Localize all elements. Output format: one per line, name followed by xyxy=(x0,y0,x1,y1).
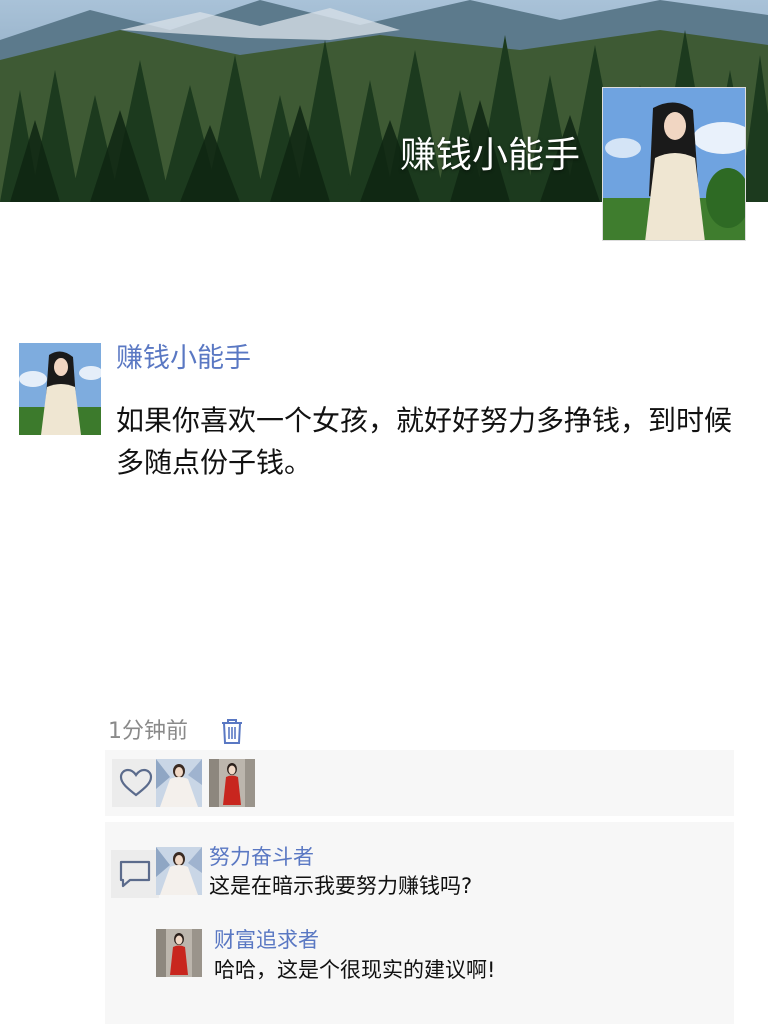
heart-icon xyxy=(119,768,153,797)
comment-text: 这是在暗示我要努力赚钱吗? xyxy=(209,874,473,898)
like-avatar-1[interactable] xyxy=(156,759,202,807)
comment-button[interactable] xyxy=(111,850,159,898)
comment-text: 哈哈，这是个很现实的建议啊! xyxy=(214,958,496,982)
avatar-image xyxy=(603,88,745,240)
post-content: 如果你喜欢一个女孩，就好好努力多挣钱，到时候多随点份子钱。 xyxy=(116,404,733,479)
like-button[interactable] xyxy=(112,759,160,807)
comment-avatar-1[interactable] xyxy=(156,847,202,895)
trash-icon[interactable] xyxy=(219,717,245,745)
author-avatar-image xyxy=(19,343,101,435)
likes-panel xyxy=(105,750,734,816)
like-avatar-2[interactable] xyxy=(209,759,255,807)
comment-avatar-2[interactable] xyxy=(156,929,202,977)
comment-author-name[interactable]: 财富追求者 xyxy=(214,926,319,954)
post-author-name[interactable]: 赚钱小能手 xyxy=(116,341,251,377)
post-timestamp: 1分钟前 xyxy=(108,719,188,744)
comments-panel: 努力奋斗者 这是在暗示我要努力赚钱吗? 财富追求者 哈哈，这是个很现实的建议啊! xyxy=(105,822,734,1024)
comment-icon xyxy=(119,860,151,888)
cover-username: 赚钱小能手 xyxy=(399,135,580,176)
post-author-avatar[interactable] xyxy=(19,343,101,435)
comment-author-name[interactable]: 努力奋斗者 xyxy=(209,843,314,871)
profile-avatar[interactable] xyxy=(602,87,746,241)
